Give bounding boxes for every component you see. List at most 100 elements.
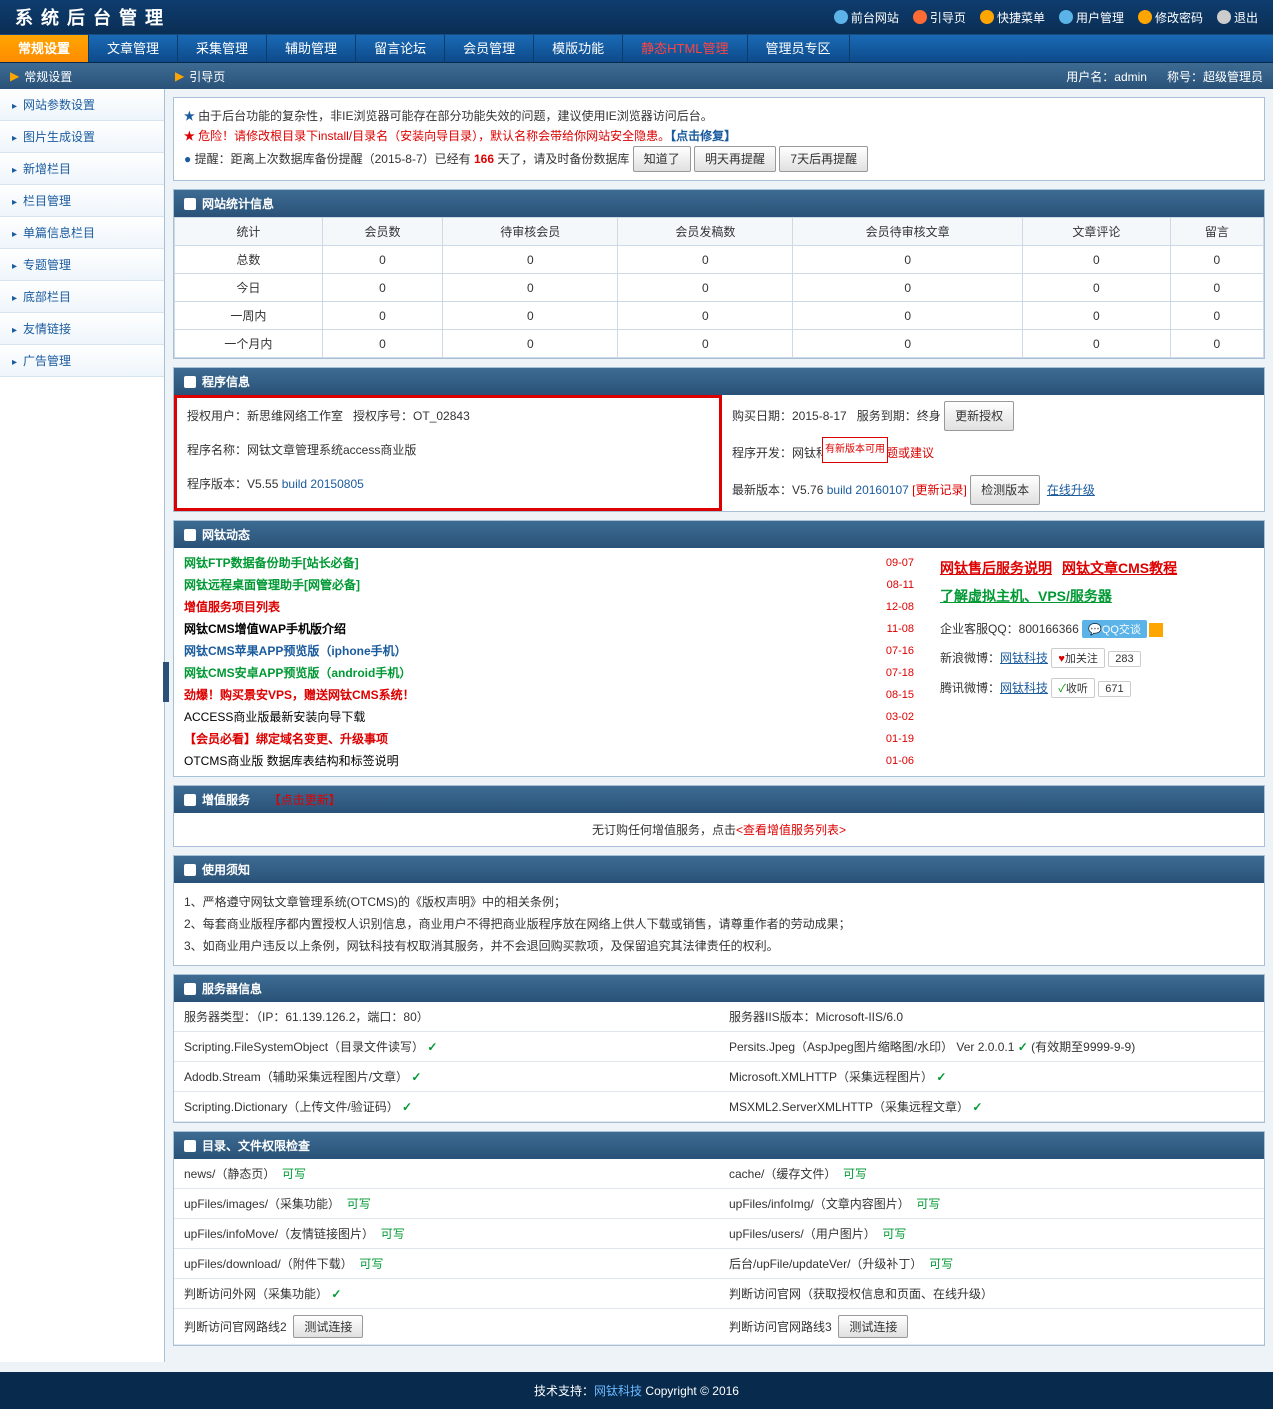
sidebar-item-topic[interactable]: 专题管理 [0,249,164,281]
fix-link[interactable]: 【点击修复】 [670,129,736,143]
stats-table: 统计会员数待审核会员会员发稿数会员待审核文章文章评论留言 总数000000今日0… [174,217,1264,358]
content-area: ★ 由于后台功能的复杂性，非IE浏览器可能存在部分功能失效的问题，建议使用IE浏… [165,89,1273,1362]
stats-panel: 网站统计信息 统计会员数待审核会员会员发稿数会员待审核文章文章评论留言 总数00… [173,189,1265,359]
news-link[interactable]: 网钛CMS苹果APP预览版（iphone手机） [184,640,407,662]
btn-gotit[interactable]: 知道了 [633,146,691,172]
nav-general[interactable]: 常规设置 [0,35,89,62]
nav-assist[interactable]: 辅助管理 [267,35,356,62]
power-icon [1217,10,1231,24]
btn-check-version[interactable]: 检测版本 [970,475,1040,505]
nav-static[interactable]: 静态HTML管理 [623,35,747,62]
nav-forum[interactable]: 留言论坛 [356,35,445,62]
link-password[interactable]: 修改密码 [1138,9,1203,26]
lifebuoy-icon [913,10,927,24]
sub-bar: ▶常规设置 ▶引导页 用户名：admin 称号：超级管理员 [0,63,1273,89]
bolt-icon [980,10,994,24]
sidebar-item-links[interactable]: 友情链接 [0,313,164,345]
link-logout[interactable]: 退出 [1217,9,1258,26]
new-version-tag: 有新版本可用 [822,437,888,463]
news-link[interactable]: ACCESS商业版最新安装向导下载 [184,706,365,728]
perm-panel: 目录、文件权限检查 news/（静态页） 可写cache/（缓存文件） 可写up… [173,1131,1265,1346]
main-nav: 常规设置 文章管理 采集管理 辅助管理 留言论坛 会员管理 模版功能 静态HTM… [0,35,1273,63]
tx-link[interactable]: 网钛科技 [1000,681,1048,695]
sidebar-item-bottom[interactable]: 底部栏目 [0,281,164,313]
qq-chat-button[interactable]: 💬QQ交谈 [1082,620,1147,638]
qq-badge-icon [1149,623,1163,637]
footer: 技术支持：网钛科技 Copyright © 2016 [0,1372,1273,1409]
news-link[interactable]: 网钛FTP数据备份助手[站长必备] [184,552,359,574]
breadcrumb-page: 引导页 [189,68,225,85]
stats-col: 待审核会员 [443,218,618,246]
stats-col: 会员待审核文章 [793,218,1023,246]
news-link[interactable]: 【会员必看】绑定域名变更、升级事项 [184,728,388,750]
sidebar-item-ads[interactable]: 广告管理 [0,345,164,377]
current-user: 用户名：admin [1066,68,1147,85]
notice-ie: 由于后台功能的复杂性，非IE浏览器可能存在部分功能失效的问题，建议使用IE浏览器… [198,109,713,123]
upgrade-link[interactable]: 在线升级 [1047,483,1095,497]
sina-follow-button[interactable]: ♥加关注 [1051,648,1105,668]
sidebar-item-imggen[interactable]: 图片生成设置 [0,121,164,153]
news-panel: 网钛动态 网钛FTP数据备份助手[站长必备]09-07网钛远程桌面管理助手[网管… [173,520,1265,777]
gear-icon [1138,10,1152,24]
link-usermgmt[interactable]: 用户管理 [1059,9,1124,26]
sina-count: 283 [1108,651,1140,667]
program-panel: 程序信息 授权用户：新思维网络工作室 授权序号：OT_02843 程序名称：网钛… [173,367,1265,512]
sidebar-collapse-handle[interactable] [163,662,169,702]
link-quickmenu[interactable]: 快捷菜单 [980,9,1045,26]
backup-days: 166 [474,152,494,166]
sidebar-item-colmgmt[interactable]: 栏目管理 [0,185,164,217]
stats-col: 文章评论 [1022,218,1170,246]
service-link[interactable]: 网钛售后服务说明 [940,560,1052,576]
btn-remind-tomorrow[interactable]: 明天再提醒 [694,146,776,172]
app-header: 系统后台管理 前台网站 引导页 快捷菜单 用户管理 修改密码 退出 [0,0,1273,35]
notes-panel: 使用须知 1、严格遵守网钛文章管理系统(OTCMS)的《版权声明》中的相关条例；… [173,855,1265,966]
nav-admin[interactable]: 管理员专区 [748,35,850,62]
tutorial-link[interactable]: 网钛文章CMS教程 [1062,560,1177,576]
nav-member[interactable]: 会员管理 [445,35,534,62]
app-title: 系统后台管理 [15,4,834,30]
btn-update-license[interactable]: 更新授权 [944,401,1014,431]
news-link[interactable]: 劲爆！购买景安VPS，赠送网钛CMS系统！ [184,684,415,706]
link-guide[interactable]: 引导页 [913,9,966,26]
news-link[interactable]: 网钛CMS安卓APP预览版（android手机） [184,662,411,684]
changelog-link[interactable]: [更新记录] [912,483,967,497]
notice-box: ★ 由于后台功能的复杂性，非IE浏览器可能存在部分功能失效的问题，建议使用IE浏… [173,97,1265,181]
nav-template[interactable]: 模版功能 [534,35,623,62]
sidebar-item-newcol[interactable]: 新增栏目 [0,153,164,185]
value-refresh-link[interactable]: 【点击更新】 [269,791,341,808]
btn-test-connection[interactable]: 测试连接 [293,1315,363,1338]
nav-article[interactable]: 文章管理 [89,35,178,62]
stats-col: 留言 [1170,218,1263,246]
vps-link[interactable]: 了解虚拟主机、VPS/服务器 [940,588,1112,604]
globe-icon [834,10,848,24]
sidebar-item-siteparam[interactable]: 网站参数设置 [0,89,164,121]
nav-collect[interactable]: 采集管理 [178,35,267,62]
btn-remind-7days[interactable]: 7天后再提醒 [779,146,868,172]
sidebar-item-single[interactable]: 单篇信息栏目 [0,217,164,249]
stats-col: 会员发稿数 [618,218,793,246]
value-list-link[interactable]: <查看增值服务列表> [736,823,846,837]
news-link[interactable]: OTCMS商业版 数据库表结构和标签说明 [184,750,399,772]
tx-count: 671 [1098,681,1130,697]
program-title: 程序信息 [202,373,250,390]
user-icon [1059,10,1073,24]
btn-test-connection[interactable]: 测试连接 [838,1315,908,1338]
server-panel: 服务器信息 服务器类型：（IP：61.139.126.2，端口：80）服务器II… [173,974,1265,1123]
stats-title: 网站统计信息 [202,195,274,212]
link-frontend[interactable]: 前台网站 [834,9,899,26]
notice-install-warn: 危险！请修改根目录下install/目录名（安装向导目录），默认名称会带给你网站… [198,129,670,143]
sina-link[interactable]: 网钛科技 [1000,651,1048,665]
sidebar: 网站参数设置 图片生成设置 新增栏目 栏目管理 单篇信息栏目 专题管理 底部栏目… [0,89,165,1362]
license-box: 授权用户：新思维网络工作室 授权序号：OT_02843 程序名称：网钛文章管理系… [174,395,722,511]
top-links: 前台网站 引导页 快捷菜单 用户管理 修改密码 退出 [834,9,1258,26]
news-title: 网钛动态 [202,526,250,543]
tx-listen-button[interactable]: ✓收听 [1051,678,1095,698]
stats-col: 会员数 [322,218,443,246]
breadcrumb-section: 常规设置 [24,68,72,85]
news-link[interactable]: 网钛远程桌面管理助手[网管必备] [184,574,360,596]
news-link[interactable]: 增值服务项目列表 [184,596,280,618]
news-link[interactable]: 网钛CMS增值WAP手机版介绍 [184,618,346,640]
stats-col: 统计 [175,218,323,246]
current-role: 称号：超级管理员 [1167,68,1263,85]
value-panel: 增值服务 【点击更新】 无订购任何增值服务，点击<查看增值服务列表> [173,785,1265,847]
